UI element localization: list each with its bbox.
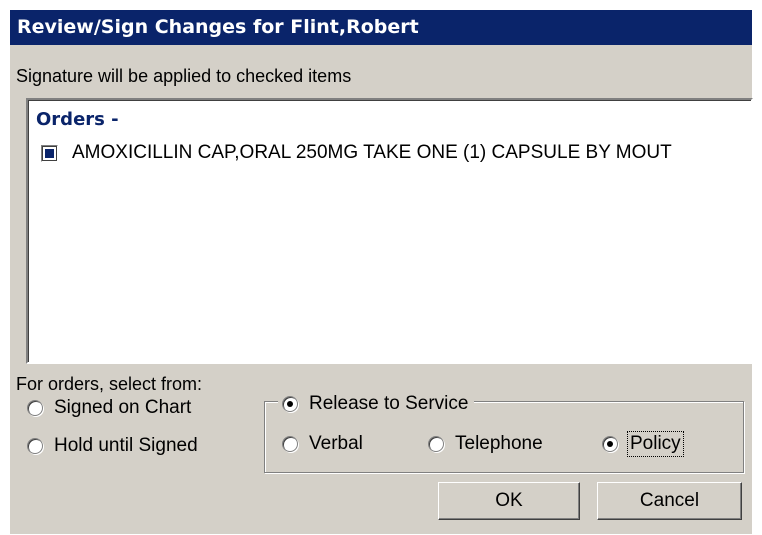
radio-button-icon (428, 436, 444, 452)
verbal-label: Verbal (309, 433, 363, 454)
release-to-service-label: Release to Service (309, 393, 469, 414)
radio-button-icon (282, 436, 298, 452)
radio-telephone[interactable]: Telephone (428, 432, 543, 456)
orders-list[interactable]: Orders - AMOXICILLIN CAP,ORAL 250MG TAKE… (26, 98, 753, 364)
dialog-title: Review/Sign Changes for Flint,Robert (10, 10, 752, 45)
radio-verbal[interactable]: Verbal (282, 432, 363, 456)
policy-label: Policy (627, 431, 684, 457)
signed-on-chart-label: Signed on Chart (54, 397, 192, 418)
signature-note: Signature will be applied to checked ite… (16, 66, 352, 86)
radio-button-icon (602, 436, 618, 452)
radio-release-to-service[interactable]: Release to Service (278, 392, 475, 416)
telephone-label: Telephone (455, 433, 543, 454)
checked-mark-icon (45, 148, 54, 158)
order-item-label: AMOXICILLIN CAP,ORAL 250MG TAKE ONE (1) … (72, 142, 672, 163)
order-checkbox[interactable] (41, 144, 58, 162)
radio-button-icon (282, 396, 298, 412)
order-item[interactable]: AMOXICILLIN CAP,ORAL 250MG TAKE ONE (1) … (41, 141, 672, 165)
radio-button-icon (27, 438, 43, 454)
radio-selected-dot-icon (607, 441, 613, 447)
radio-policy[interactable]: Policy (602, 431, 684, 457)
hold-until-signed-label: Hold until Signed (54, 435, 198, 456)
order-options-prompt: For orders, select from: (16, 374, 203, 394)
orders-section-header: Orders - (36, 109, 119, 130)
radio-button-icon (27, 400, 43, 416)
radio-signed-on-chart[interactable]: Signed on Chart (27, 396, 191, 420)
ok-button[interactable]: OK (438, 482, 580, 520)
cancel-button[interactable]: Cancel (597, 482, 742, 520)
review-sign-dialog: Review/Sign Changes for Flint,Robert Sig… (10, 10, 753, 534)
radio-hold-until-signed[interactable]: Hold until Signed (27, 434, 198, 458)
radio-selected-dot-icon (287, 401, 293, 407)
